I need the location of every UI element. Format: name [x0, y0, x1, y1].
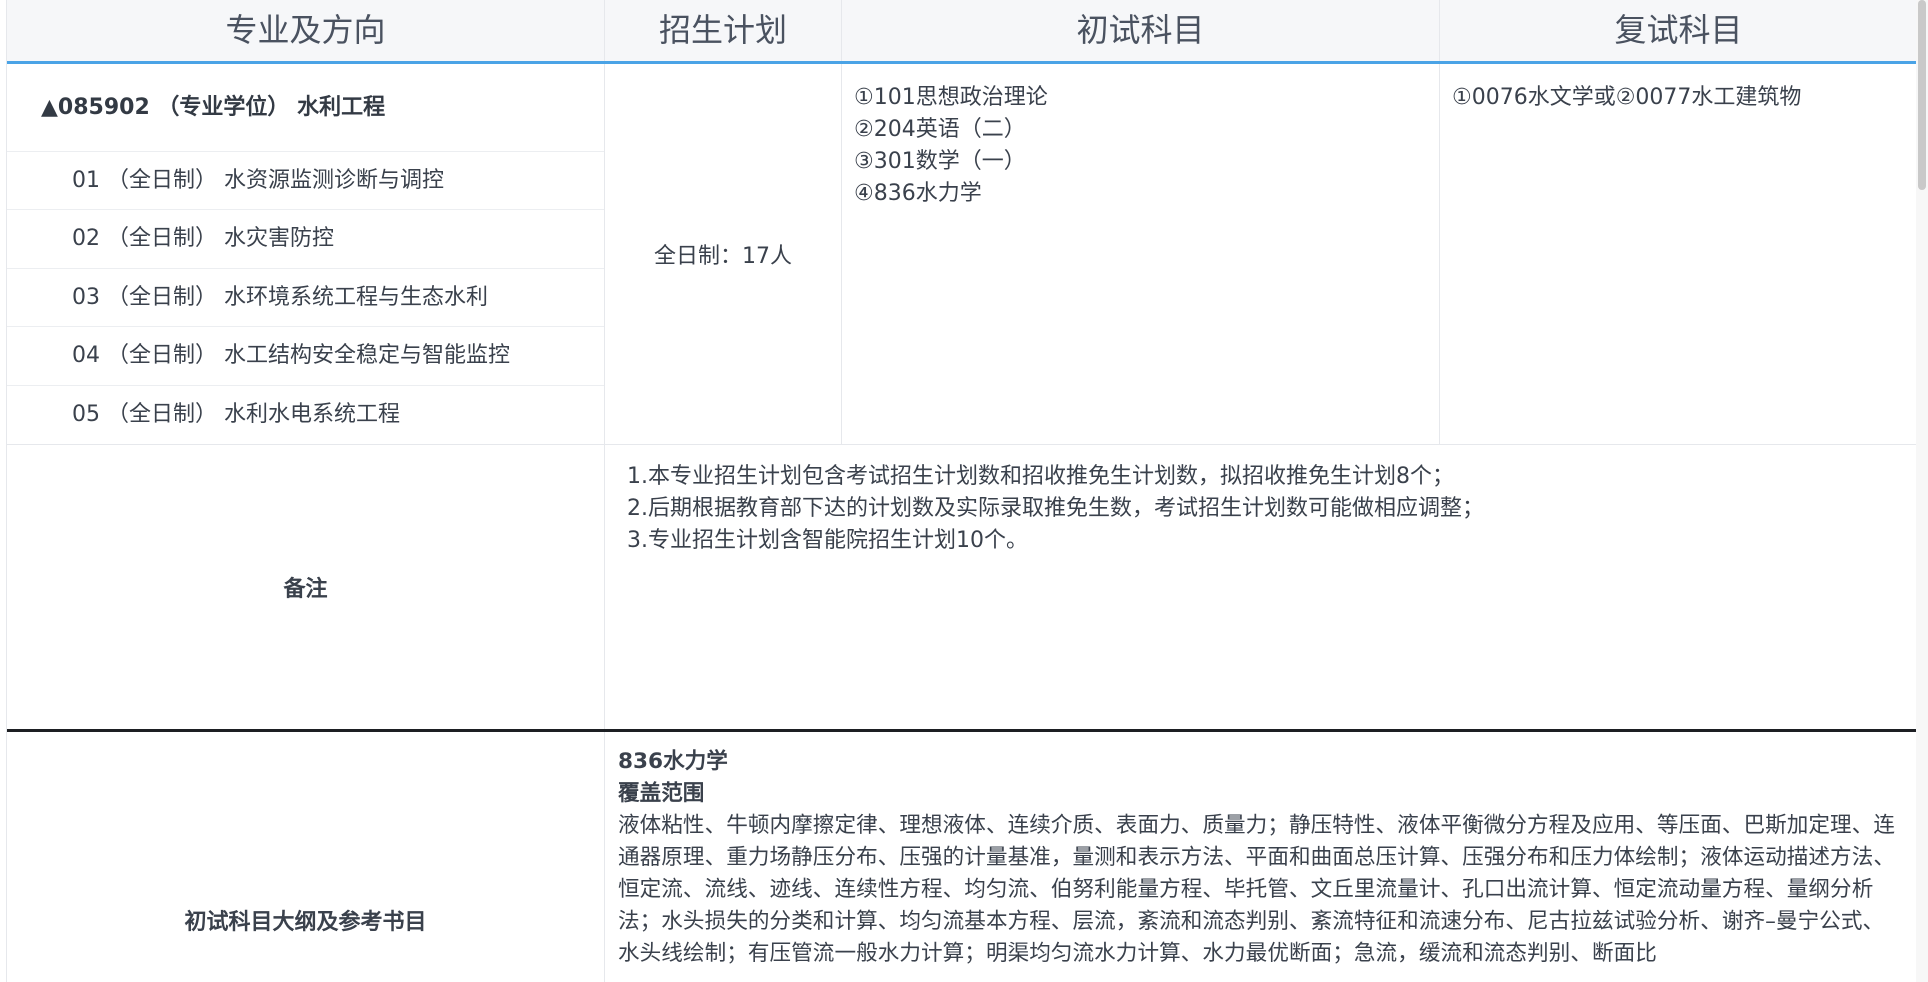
- retest-subjects-cell: ①0076水文学或②0077水工建筑物: [1440, 64, 1917, 444]
- admission-table: 专业及方向 招生计划 初试科目 复试科目 ▲085902 （专业学位） 水利工程…: [6, 0, 1917, 982]
- enrollment-plan: 全日制：17人: [654, 244, 792, 269]
- exam-subject: ②204英语（二）: [854, 117, 1026, 142]
- notes-label-text: 备注: [283, 577, 328, 602]
- notes-body: 1.本专业招生计划包含考试招生计划数和招收推免生计划数，拟招收推免生计划8个； …: [605, 445, 1917, 729]
- note-line: 1.本专业招生计划包含考试招生计划数和招收推免生计划数，拟招收推免生计划8个；: [627, 464, 1454, 489]
- retest-subject: ①0076水文学或②0077水工建筑物: [1452, 85, 1802, 110]
- notes-row: 备注 1.本专业招生计划包含考试招生计划数和招收推免生计划数，拟招收推免生计划8…: [7, 445, 1917, 732]
- program-row: ▲085902 （专业学位） 水利工程 01 （全日制） 水资源监测诊断与调控 …: [7, 64, 1917, 445]
- direction-item: 03 （全日制） 水环境系统工程与生态水利: [7, 269, 604, 328]
- note-line: 2.后期根据教育部下达的计划数及实际录取推免生数，考试招生计划数可能做相应调整；: [627, 496, 1484, 521]
- direction-item: 01 （全日制） 水资源监测诊断与调控: [7, 152, 604, 211]
- table-header: 专业及方向 招生计划 初试科目 复试科目: [7, 0, 1917, 64]
- header-plan: 招生计划: [605, 0, 842, 61]
- enrollment-plan-cell: 全日制：17人: [605, 64, 842, 444]
- note-line: 3.专业招生计划含智能院招生计划10个。: [627, 528, 1028, 553]
- direction-item: 05 （全日制） 水利水电系统工程: [72, 401, 400, 427]
- header-major: 专业及方向: [7, 0, 605, 61]
- exam-subject: ①101思想政治理论: [854, 85, 1048, 110]
- direction-item: 02 （全日制） 水灾害防控: [7, 210, 604, 269]
- syllabus-section-title: 覆盖范围: [618, 781, 705, 806]
- syllabus-label: 初试科目大纲及参考书目: [7, 732, 605, 982]
- program-title: ▲085902 （专业学位） 水利工程: [7, 64, 604, 152]
- syllabus-body: 836水力学 覆盖范围 液体粘性、牛顿内摩擦定律、理想液体、连续介质、表面力、质…: [605, 732, 1917, 982]
- syllabus-subject: 836水力学: [618, 749, 728, 774]
- syllabus-text: 液体粘性、牛顿内摩擦定律、理想液体、连续介质、表面力、质量力；静压特性、液体平衡…: [618, 813, 1895, 966]
- syllabus-row: 初试科目大纲及参考书目 836水力学 覆盖范围 液体粘性、牛顿内摩擦定律、理想液…: [7, 732, 1917, 982]
- exam-subjects-cell: ①101思想政治理论 ②204英语（二） ③301数学（一） ④836水力学: [842, 64, 1440, 444]
- major-directions-cell: ▲085902 （专业学位） 水利工程 01 （全日制） 水资源监测诊断与调控 …: [7, 64, 605, 444]
- header-exam: 初试科目: [842, 0, 1440, 61]
- direction-item: 04 （全日制） 水工结构安全稳定与智能监控: [7, 327, 604, 386]
- exam-subject: ④836水力学: [854, 181, 982, 206]
- page: 专业及方向 招生计划 初试科目 复试科目 ▲085902 （专业学位） 水利工程…: [0, 0, 1928, 982]
- vertical-scrollbar[interactable]: [1916, 0, 1928, 982]
- notes-label: 备注: [7, 445, 605, 729]
- header-retest: 复试科目: [1614, 11, 1743, 49]
- scrollbar-thumb[interactable]: [1918, 0, 1926, 190]
- exam-subject: ③301数学（一）: [854, 149, 1026, 174]
